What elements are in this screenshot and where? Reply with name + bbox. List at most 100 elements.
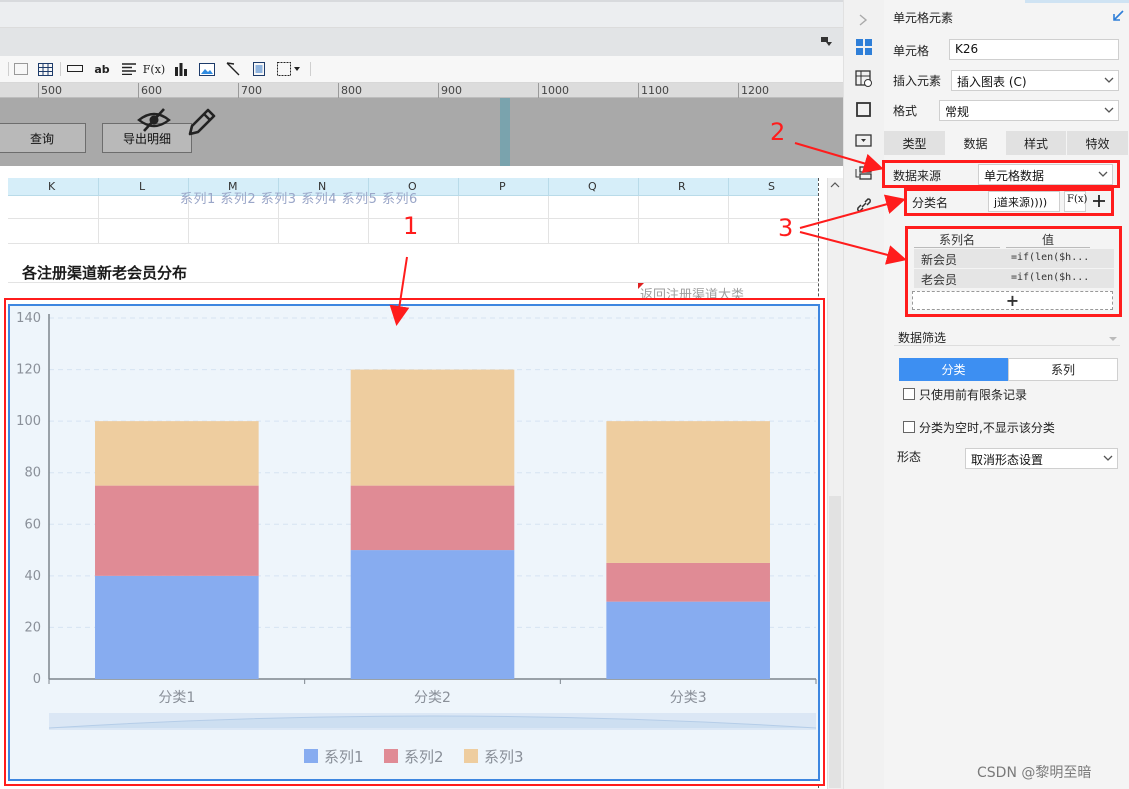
bar-chart-icon[interactable] [172, 61, 190, 77]
limit-records-checkbox[interactable] [903, 388, 915, 400]
annotation-number-1: 1 [403, 212, 419, 240]
y-tick-label: 100 [16, 414, 41, 429]
segment-category[interactable]: 分类 [899, 358, 1008, 381]
collapse-panel-icon[interactable] [1111, 9, 1125, 23]
y-tick-label: 60 [24, 517, 41, 532]
shape-value: 取消形态设置 [971, 453, 1044, 467]
format-label: 格式 [893, 104, 918, 118]
insert-element-select[interactable]: 插入图表 (C) [951, 70, 1119, 91]
image-icon[interactable] [12, 61, 30, 77]
bar-segment [95, 421, 259, 486]
tab-data[interactable]: 数据 [946, 131, 1006, 155]
tab-effects[interactable]: 特效 [1067, 131, 1129, 155]
column-letter[interactable]: P [499, 180, 506, 193]
column-letter[interactable]: K [48, 180, 55, 193]
parameter-panel-divider[interactable] [500, 98, 510, 166]
toolbar-separator [60, 62, 61, 76]
pencil-icon[interactable] [184, 106, 218, 140]
scrollbar-thumb[interactable] [829, 496, 841, 788]
insert-element-value: 插入图表 (C) [957, 75, 1027, 89]
ruler-label: 800 [341, 84, 362, 97]
picture-icon[interactable] [198, 61, 216, 77]
toolbar-separator [310, 62, 311, 76]
legend-swatch [464, 749, 478, 763]
category-highlight-box [904, 188, 1114, 216]
toolbar-separator [8, 62, 9, 76]
ruler: 500 600 700 800 900 1000 1100 1200 [0, 83, 843, 98]
bar-segment [95, 485, 259, 576]
bar-segment [350, 550, 515, 679]
border-icon[interactable] [276, 61, 304, 77]
ruler-label: 900 [441, 84, 462, 97]
series-highlight-box [905, 226, 1122, 317]
legend-label: 系列3 [484, 748, 524, 766]
condition-attribute-icon[interactable] [855, 164, 873, 182]
query-button[interactable]: 查询 [0, 123, 86, 153]
widget-frame-icon[interactable] [855, 101, 873, 119]
ruler-label: 600 [141, 84, 162, 97]
hide-empty-checkbox[interactable] [903, 421, 915, 433]
collapse-icon[interactable] [820, 36, 834, 48]
legend-label: 系列1 [324, 748, 364, 766]
cell-input[interactable]: K26 [949, 39, 1119, 60]
panel-top-accent [1025, 0, 1129, 3]
formula-icon[interactable]: F(x) [143, 61, 165, 77]
report-title[interactable]: 各注册渠道新老会员分布 [22, 262, 187, 283]
source-highlight-box [882, 160, 1120, 188]
chevron-down-icon [1103, 452, 1113, 465]
bar-segment [350, 369, 515, 486]
shape-select[interactable]: 取消形态设置 [965, 448, 1118, 469]
column-letter[interactable]: Q [588, 180, 597, 193]
section-chevron-icon[interactable] [1108, 332, 1118, 341]
y-tick-label: 80 [24, 466, 41, 481]
section-divider [894, 345, 1120, 346]
chevron-down-icon [1104, 74, 1114, 87]
cell-attribute-icon[interactable] [855, 70, 873, 88]
format-value: 常规 [945, 105, 970, 119]
text-ab-icon[interactable]: ab [93, 61, 111, 77]
table-icon[interactable] [36, 61, 54, 77]
column-letter[interactable]: R [678, 180, 686, 193]
x-tick-label: 分类1 [158, 690, 195, 706]
layout-icon[interactable] [250, 61, 268, 77]
scroll-up-icon[interactable] [827, 178, 843, 192]
field-icon[interactable] [66, 61, 84, 77]
shape-label: 形态 [897, 450, 922, 464]
column-letter[interactable]: S [768, 180, 775, 193]
hide-empty-label: 分类为空时,不显示该分类 [919, 421, 1055, 435]
x-tick-label: 分类2 [414, 690, 451, 706]
bar-segment [606, 421, 770, 563]
segment-series[interactable]: 系列 [1008, 358, 1118, 381]
toolbar: ab F(x) [0, 56, 843, 83]
y-tick-label: 0 [33, 672, 41, 687]
ruler-label: 1100 [641, 84, 669, 97]
editor-title-bar [0, 28, 843, 56]
bar-segment [95, 575, 259, 679]
tab-style[interactable]: 样式 [1006, 131, 1067, 155]
top-strip-border [0, 0, 843, 2]
legend-label: 系列2 [404, 748, 444, 766]
stacked-bar-chart[interactable]: 0 20 40 60 80 100 120 140 分类1 分类2 分类3 系列1 系列2 系列3 [8, 304, 820, 781]
watermark: CSDN @黎明至暗 [977, 765, 1092, 781]
tab-type[interactable]: 类型 [884, 131, 946, 155]
insert-element-label: 插入元素 [893, 74, 942, 88]
annotation-number-2: 2 [770, 118, 786, 146]
dropdown-widget-icon[interactable] [855, 132, 873, 150]
align-icon[interactable] [120, 61, 138, 77]
hyperlink-icon[interactable] [855, 196, 873, 214]
y-tick-label: 40 [24, 569, 41, 584]
cell-element-icon[interactable] [855, 38, 873, 56]
expand-arrow-icon[interactable] [858, 14, 868, 26]
ruler-label: 1000 [541, 84, 569, 97]
hidden-eye-icon[interactable] [136, 104, 172, 136]
column-letter[interactable]: L [139, 180, 145, 193]
bar-segment [606, 562, 770, 602]
y-tick-label: 120 [16, 363, 41, 378]
top-strip [0, 0, 843, 28]
panel-header: 单元格元素 [893, 11, 954, 25]
format-select[interactable]: 常规 [939, 100, 1119, 121]
slash-icon[interactable] [224, 61, 242, 77]
data-filter-header[interactable]: 数据筛选 [898, 329, 946, 346]
y-tick-label: 20 [24, 620, 41, 635]
ruler-label: 500 [41, 84, 62, 97]
